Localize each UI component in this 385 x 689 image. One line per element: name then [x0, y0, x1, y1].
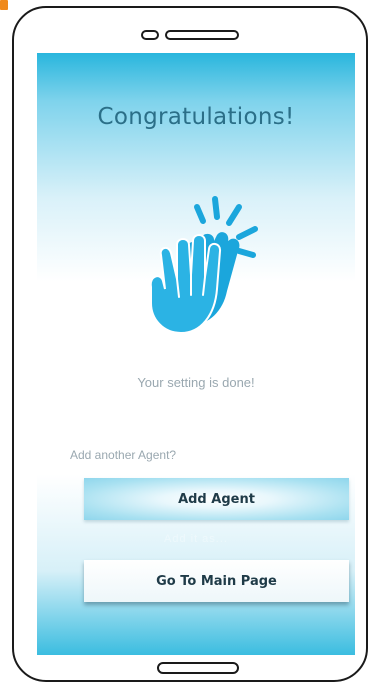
front-camera [141, 30, 159, 40]
home-button[interactable] [157, 662, 239, 674]
phone-top-bezel [14, 30, 366, 40]
status-message: Your setting is done! [137, 375, 255, 390]
earpiece-speaker [165, 30, 239, 40]
phone-screen: Congratulations! Your setting is done! A… [37, 53, 355, 655]
phone-frame: Congratulations! Your setting is done! A… [12, 6, 368, 682]
faded-hint-text: Add it as... [164, 533, 228, 545]
go-to-main-page-button[interactable]: Go To Main Page [84, 560, 349, 602]
add-agent-button[interactable]: Add Agent [84, 478, 349, 520]
page-title: Congratulations! [97, 104, 295, 130]
corner-mark [0, 0, 8, 10]
add-agent-prompt: Add another Agent? [70, 448, 177, 462]
clapping-hands-icon [149, 196, 258, 335]
